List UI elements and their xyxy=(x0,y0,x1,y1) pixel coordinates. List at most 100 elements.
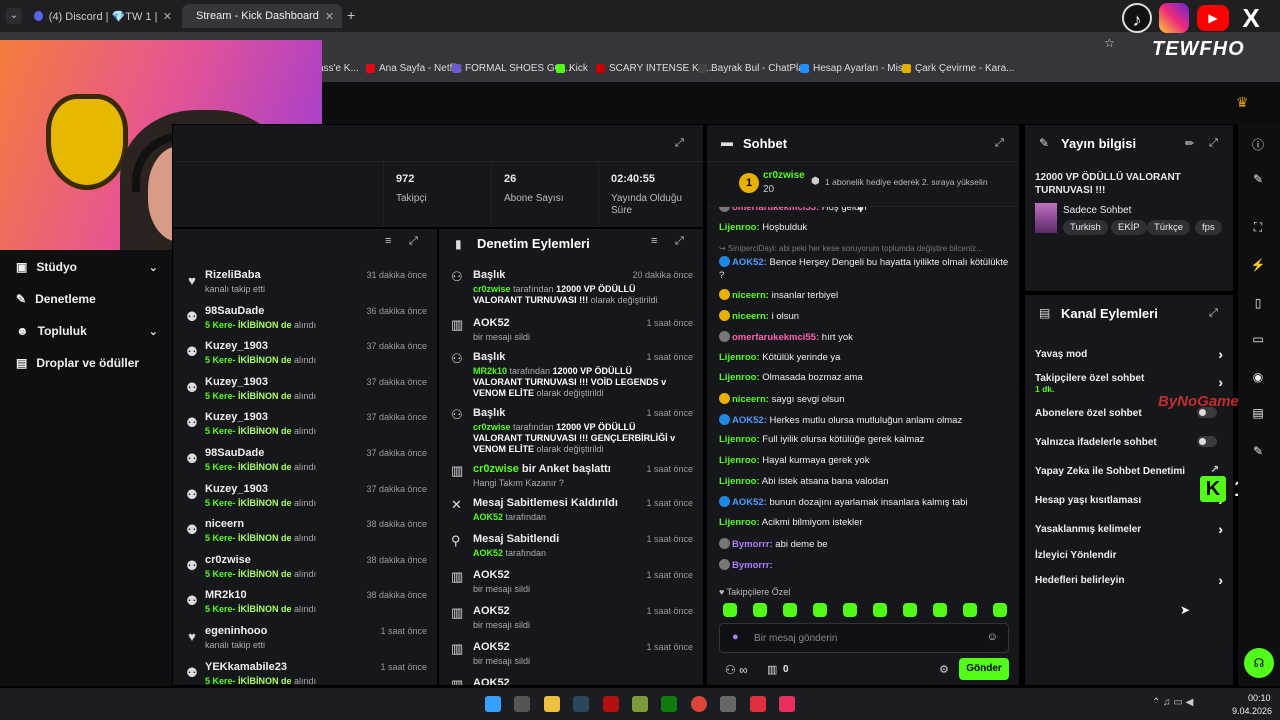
send-button[interactable]: Gönder xyxy=(959,658,1009,680)
event-row[interactable]: ⚉ YEKkamabile23 5 Kere- İKİBİNON de alındı… xyxy=(181,661,431,685)
moderation-actor[interactable]: AOK52 xyxy=(473,548,503,558)
chat-username[interactable]: AOK52: xyxy=(732,497,767,508)
tag-pill[interactable]: fps xyxy=(1195,220,1222,235)
nav-item-drops[interactable]: ▤ Droplar ve ödüller xyxy=(16,356,158,370)
bookmark-item[interactable]: SCARY INTENSE KN... xyxy=(596,63,714,74)
filter-icon[interactable]: ≡ xyxy=(651,235,657,247)
chat-message[interactable]: omerfarukekmci55: hırt yok xyxy=(719,330,1009,343)
event-name[interactable]: RizeliBaba xyxy=(205,269,261,281)
emoji-icon[interactable]: ☺ xyxy=(987,631,998,643)
channel-action-row[interactable]: Yavaş mod › xyxy=(1035,346,1223,362)
pen-icon[interactable]: ✎ xyxy=(1250,172,1266,188)
event-name[interactable]: Kuzey_1903 xyxy=(205,376,268,388)
event-row[interactable]: ⚉ 98SauDade 5 Kere- İKİBİNON de alındı 36 d… xyxy=(181,305,431,339)
chat-username[interactable]: Lijenroo: xyxy=(719,222,760,233)
tag-pill[interactable]: EKİP xyxy=(1111,220,1147,235)
edit-icon[interactable]: ✏ xyxy=(1185,137,1194,150)
bookmark-item[interactable]: ass'e K... xyxy=(318,63,359,74)
chat-message[interactable]: Bymorrr: abi deme be xyxy=(719,537,1009,550)
channel-action-row[interactable]: Hesap yaşı kısıtlaması› xyxy=(1035,492,1223,508)
app-icon[interactable] xyxy=(750,696,766,712)
chat-message[interactable]: Lijenroo: Olmasada bozmaz ama xyxy=(719,372,1009,383)
support-icon[interactable]: ☊ xyxy=(1244,648,1274,678)
event-row[interactable]: ♥ RizeliBaba kanalı takip etti 31 dakika ön… xyxy=(181,269,431,303)
bookmark-item[interactable]: Kick xyxy=(556,63,588,74)
chat-message[interactable]: Lijenroo: Kötülük yerinde ya xyxy=(719,352,1009,363)
channel-action-row[interactable]: Yasaklanmış kelimeler › xyxy=(1035,521,1223,537)
chat-username[interactable]: niceern: xyxy=(732,394,769,405)
chat-message[interactable]: omerfarukekmci55: Hoş geldin xyxy=(719,207,1009,213)
xbox-icon[interactable] xyxy=(661,696,677,712)
bookmark-item[interactable]: Çark Çevirme - Kara... xyxy=(902,63,1014,74)
emote-icon[interactable] xyxy=(993,603,1007,617)
event-name[interactable]: 98SauDade xyxy=(205,305,264,317)
emote-icon[interactable] xyxy=(873,603,887,617)
emote-icon[interactable] xyxy=(723,603,737,617)
moderation-actor[interactable]: MR2k10 xyxy=(473,366,507,376)
doc-icon[interactable]: ▯ xyxy=(1250,296,1266,312)
lightning-icon[interactable]: ⚡ xyxy=(1250,258,1266,274)
app-icon[interactable] xyxy=(632,696,648,712)
layers-icon[interactable]: ▤ xyxy=(1250,406,1266,422)
channel-action-row[interactable]: Takipçilere özel sohbet 1 dk. › xyxy=(1035,373,1223,394)
event-row[interactable]: ⚉ niceern 5 Kere- İKİBİNON de alındı 38 dak… xyxy=(181,518,431,552)
chat-message[interactable]: niceern: saygı sevgi olsun xyxy=(719,392,1009,405)
tab-discord[interactable]: (4) Discord | 💎TW 1 | TW 🔵 ✕ xyxy=(26,4,180,28)
moderation-actor[interactable]: cr0zwise xyxy=(473,284,511,294)
event-name[interactable]: Kuzey_1903 xyxy=(205,340,268,352)
tab-close-icon[interactable]: ✕ xyxy=(163,10,172,23)
chat-message[interactable]: Lijenroo: Abi istek atsana bana valodan xyxy=(719,476,1009,487)
chat-message[interactable]: Lijenroo: Full iyilik olursa kötülüğe ge… xyxy=(719,434,1009,445)
event-row[interactable]: ⚉ Kuzey_1903 5 Kere- İKİBİNON de alındı 37 … xyxy=(181,483,431,517)
emote-icon[interactable] xyxy=(903,603,917,617)
event-name[interactable]: YEKkamabile23 xyxy=(205,661,287,673)
expand-icon[interactable]: ⤢ xyxy=(409,235,418,248)
emote-icon[interactable] xyxy=(843,603,857,617)
expand-icon[interactable]: ⤢ xyxy=(995,137,1004,150)
new-tab-button[interactable]: + xyxy=(347,7,355,23)
wrench-icon[interactable]: ✎ xyxy=(1250,444,1266,460)
bookmark-star-icon[interactable]: ☆ xyxy=(1104,36,1115,50)
event-name[interactable]: niceern xyxy=(205,518,244,530)
app-icon[interactable] xyxy=(720,696,736,712)
broadcast-icon[interactable]: ◉ xyxy=(1250,370,1266,386)
channel-action-row[interactable]: Yapay Zeka ile Sohbet Denetimi ↗ xyxy=(1035,464,1221,477)
nav-item-community[interactable]: ☻ Topluluk ⌄ xyxy=(16,324,158,338)
emote-icon[interactable] xyxy=(753,603,767,617)
chat-username[interactable]: omerfarukekmci55: xyxy=(732,207,819,213)
event-name[interactable]: 98SauDade xyxy=(205,447,264,459)
tag-pill[interactable]: Türkçe xyxy=(1147,220,1191,235)
event-name[interactable]: Kuzey_1903 xyxy=(205,411,268,423)
event-name[interactable]: egeninhooo xyxy=(205,625,267,637)
chat-username[interactable]: AOK52: xyxy=(732,257,767,268)
event-row[interactable]: ⚉ 98SauDade 5 Kere- İKİBİNON de alındı 37 d… xyxy=(181,447,431,481)
nav-item-studio[interactable]: ▣ Stüdyo ⌄ xyxy=(16,260,158,274)
tab-close-icon[interactable]: ✕ xyxy=(325,10,334,23)
chat-message[interactable]: AOK52: Bence Herşey Dengeli bu hayatta i… xyxy=(719,256,1009,282)
chat-message[interactable]: Lijenroo: Hayal kurmaya gerek yok xyxy=(719,455,1009,466)
toggle-switch[interactable] xyxy=(1197,436,1217,447)
bookmark-item[interactable]: FORMAL SHOES GO... xyxy=(452,63,571,74)
explorer-icon[interactable] xyxy=(544,696,560,712)
bookmark-item[interactable]: Hesap Ayarları - Mis... xyxy=(800,63,911,74)
expand-icon[interactable]: ⤢ xyxy=(1209,307,1218,320)
filter-icon[interactable]: ≡ xyxy=(385,235,391,247)
emote-icon[interactable] xyxy=(963,603,977,617)
channel-action-row[interactable]: İzleyici Yönlendir xyxy=(1035,550,1221,561)
chat-username[interactable]: Lijenroo: xyxy=(719,455,760,466)
chat-username[interactable]: Lijenroo: xyxy=(719,372,760,383)
event-row[interactable]: ♥ egeninhooo kanalı takip etti 1 saat önce xyxy=(181,625,431,659)
info-icon[interactable]: ⓘ xyxy=(1250,136,1266,152)
chat-message[interactable]: Lijenroo: Hoşbulduk xyxy=(719,222,1009,233)
chat-message[interactable]: AOK52: bunun dozajını ayarlamak insanlar… xyxy=(719,496,1009,508)
emote-icon[interactable] xyxy=(783,603,797,617)
chat-username[interactable]: niceern: xyxy=(732,290,769,301)
channel-action-row[interactable]: Yalnızca ifadelerle sohbet xyxy=(1035,436,1221,448)
chat-username[interactable]: Lijenroo: xyxy=(719,434,760,445)
nav-item-moderation[interactable]: ✎ Denetleme xyxy=(16,292,158,306)
moderation-user[interactable]: cr0zwise xyxy=(473,463,519,475)
screen-icon[interactable]: ⛶ xyxy=(1250,220,1266,236)
chat-username[interactable]: omerfarukekmci55: xyxy=(732,332,819,343)
event-row[interactable]: ⚉ Kuzey_1903 5 Kere- İKİBİNON de alındı 37 … xyxy=(181,376,431,410)
tray-icons[interactable]: ⌃ ♫ ▭ ◀ xyxy=(1152,697,1193,708)
